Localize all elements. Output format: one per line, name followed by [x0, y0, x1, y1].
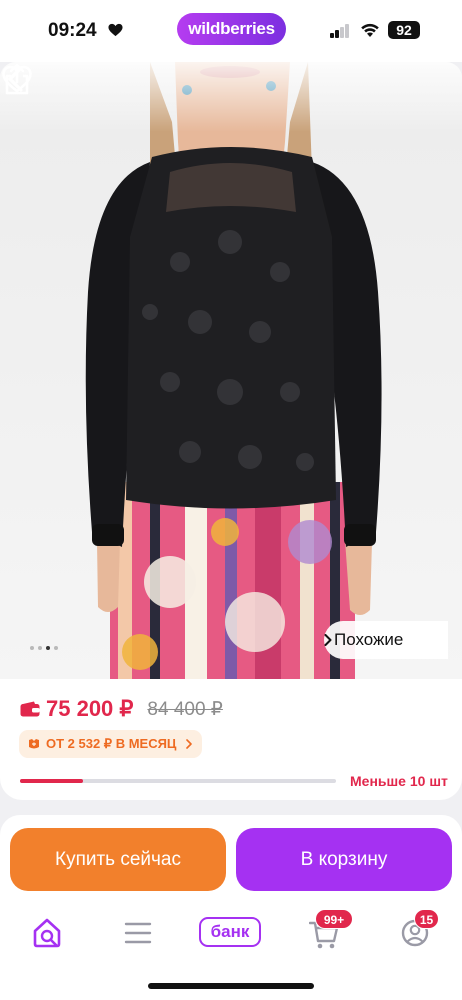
installment-icon — [29, 739, 39, 749]
bottom-panel: Купить сейчас В корзину банк 99+ 15 — [0, 815, 462, 1000]
current-price: 75 200 ₽ — [46, 696, 134, 721]
chevron-right-icon — [324, 634, 332, 646]
gallery-dot — [30, 646, 34, 650]
add-to-cart-button[interactable]: В корзину — [236, 828, 452, 891]
old-price: 84 400 ₽ — [147, 698, 223, 720]
gallery-dot — [46, 646, 50, 650]
price-row: 75 200 ₽ 84 400 ₽ — [20, 696, 223, 721]
heart-icon — [108, 23, 123, 37]
brand-logo: wildberries — [177, 13, 286, 45]
status-time: 09:24 — [48, 20, 97, 41]
cart-badge: 99+ — [315, 909, 353, 929]
home-search-icon[interactable] — [31, 915, 63, 951]
share-icon[interactable] — [0, 62, 34, 96]
stock-progress-fill — [20, 779, 84, 783]
bank-tab[interactable]: банк — [199, 917, 261, 947]
installment-badge[interactable]: ОТ 2 532 ₽ В МЕСЯЦ — [19, 730, 203, 758]
similar-button[interactable]: Похожие — [324, 621, 448, 659]
product-photo-art — [0, 62, 462, 679]
buy-now-button[interactable]: Купить сейчас — [10, 828, 226, 891]
similar-label: Похожие — [334, 630, 404, 649]
gallery-dot — [54, 646, 58, 650]
chevron-right-icon — [186, 739, 193, 749]
home-indicator — [148, 983, 314, 989]
gallery-dot — [38, 646, 42, 650]
product-photo[interactable]: Похожие — [0, 62, 462, 679]
stock-progress — [20, 779, 336, 783]
battery-indicator: 92 — [388, 21, 420, 39]
product-card: Похожие 75 200 ₽ 84 400 ₽ ОТ 2 532 ₽ В М… — [0, 62, 462, 800]
screen: 09:24 wildberries 92 Похожие 75 200 ₽ 84… — [0, 0, 462, 1000]
installment-label: ОТ 2 532 ₽ В МЕСЯЦ — [46, 736, 177, 751]
gallery-pagination — [30, 646, 58, 650]
profile-badge: 15 — [414, 909, 439, 929]
stock-label: Меньше 10 шт — [350, 773, 448, 789]
wallet-icon — [20, 701, 40, 717]
status-bar: 09:24 wildberries 92 — [0, 0, 462, 62]
catalog-menu-icon[interactable] — [124, 915, 152, 951]
signal-icon — [330, 24, 350, 38]
wifi-icon — [361, 23, 379, 37]
